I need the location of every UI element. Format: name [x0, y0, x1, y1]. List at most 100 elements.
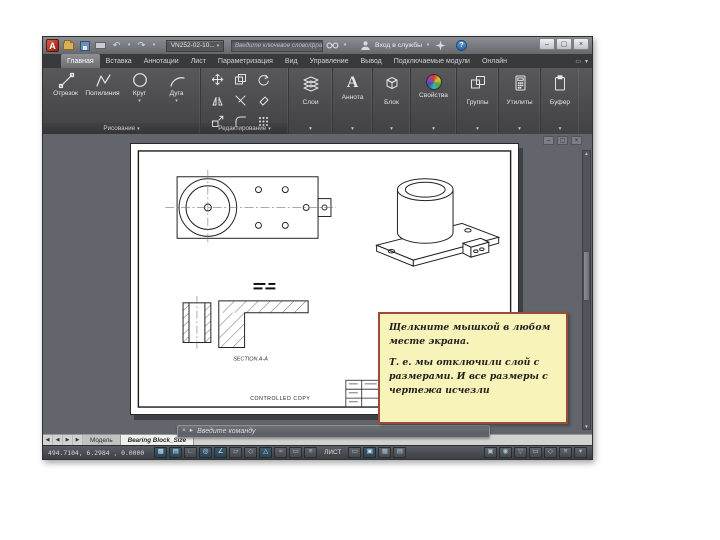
snap-toggle[interactable]: ▦ [154, 447, 168, 458]
arc-flyout-icon[interactable]: ▾ [175, 98, 178, 104]
chevron-down-icon: ▾ [309, 126, 312, 132]
maximize-button[interactable]: ▢ [556, 38, 572, 50]
layout-space-button[interactable]: ▣ [363, 447, 377, 458]
toolbar-lock-button[interactable]: ◇ [544, 447, 557, 458]
circle-tool-button[interactable]: Круг ▾ [122, 71, 157, 117]
doc-minimize-button[interactable]: – [543, 136, 554, 145]
quickview-layouts-button[interactable]: ▦ [378, 447, 392, 458]
doc-restore-button[interactable]: ▢ [557, 136, 568, 145]
search-input[interactable]: Введите ключевое слово/фразу [231, 39, 323, 52]
lineweight-toggle[interactable]: ≈ [274, 447, 288, 458]
model-tab[interactable]: Модель [83, 435, 121, 445]
circle-flyout-icon[interactable]: ▾ [138, 98, 141, 104]
communication-center-icon[interactable] [434, 39, 447, 52]
open-icon[interactable] [62, 39, 75, 52]
rotate-icon[interactable] [257, 73, 272, 91]
tab-layout[interactable]: Лист [185, 54, 212, 68]
note-line-2: Т. е. мы отключили слой с размерами. И в… [389, 356, 548, 396]
polyline-tool-button[interactable]: Полилиния [85, 71, 120, 117]
doc-close-button[interactable]: × [571, 136, 582, 145]
callout-note: Щелкните мышкой в любом месте экрана. Т.… [378, 312, 568, 424]
workspace-button[interactable]: ▭ [529, 447, 542, 458]
panel-properties[interactable]: Свойства ▾ [411, 68, 457, 134]
prev-tab-button[interactable]: ◀ [53, 435, 63, 445]
ribbon-tab-bar: Главная Вставка Аннотации Лист Параметри… [43, 54, 592, 68]
undo-icon[interactable]: ↶ [110, 39, 123, 52]
autoscale-button[interactable]: ▽ [514, 447, 527, 458]
tab-insert[interactable]: Вставка [100, 54, 138, 68]
arc-tool-button[interactable]: Дуга ▾ [159, 71, 194, 117]
otrack-toggle[interactable]: ▱ [229, 447, 243, 458]
tab-home[interactable]: Главная [61, 54, 100, 68]
command-close-icon[interactable]: × [182, 428, 186, 435]
annotation-scale-button[interactable]: ▣ [484, 447, 497, 458]
last-tab-button[interactable]: ▶ [73, 435, 83, 445]
note-line-1: Щелкните мышкой в любом месте экрана. [389, 322, 551, 347]
plot-icon[interactable] [94, 39, 107, 52]
draw-panel-title[interactable]: Рисование ▾ [43, 123, 200, 134]
tab-annotate[interactable]: Аннотации [138, 54, 185, 68]
command-prompt[interactable]: Введите команду [197, 428, 255, 435]
redo-flyout-icon[interactable]: ▾ [151, 39, 157, 52]
ribbon-state-icon[interactable]: ▭ [575, 58, 581, 65]
ribbon-minimize-icon[interactable]: ▾ [585, 58, 588, 65]
grid-toggle[interactable]: ▤ [169, 447, 183, 458]
autocad-logo-icon[interactable]: A [46, 39, 59, 52]
status-menu-button[interactable]: ▾ [574, 447, 587, 458]
tab-plugins[interactable]: Подключаемые модули [388, 54, 476, 68]
panel-layers[interactable]: Слои ▾ [289, 68, 333, 134]
scrollbar-thumb[interactable] [583, 251, 590, 301]
copy-icon[interactable] [234, 73, 249, 91]
move-icon[interactable] [211, 73, 226, 91]
tab-output[interactable]: Вывод [355, 54, 388, 68]
help-button[interactable]: ? [456, 40, 468, 51]
undo-flyout-icon[interactable]: ▾ [126, 39, 132, 52]
save-icon[interactable] [78, 39, 91, 52]
line-tool-button[interactable]: Отрезок [48, 71, 83, 117]
panel-annotation[interactable]: A Аннота ▾ [333, 68, 373, 134]
tab-manage[interactable]: Управление [304, 54, 355, 68]
layers-icon [302, 74, 320, 97]
ducs-toggle[interactable]: ◇ [244, 447, 258, 458]
first-tab-button[interactable]: ◀ [43, 435, 53, 445]
erase-icon[interactable] [257, 94, 272, 112]
arc-tool-label: Дуга [169, 90, 184, 97]
modify-panel-title[interactable]: Редактирование ▾ [201, 123, 288, 134]
trim-icon[interactable] [234, 94, 249, 112]
next-tab-button[interactable]: ▶ [63, 435, 73, 445]
search-icon[interactable] [326, 39, 339, 52]
scroll-down-icon[interactable]: ▼ [583, 424, 590, 429]
quickview-drawings-button[interactable]: ▤ [393, 447, 407, 458]
tab-view[interactable]: Вид [279, 54, 304, 68]
status-right-group: ▣ ◉ ▽ ▭ ◇ ≡ ▾ [484, 447, 587, 458]
command-line[interactable]: × ▸ Введите команду [177, 425, 490, 438]
autocad-window: A ↶ ▾ ↷ ▾ VN252-02-10... ▾ Введите ключе… [42, 36, 593, 460]
tab-parametric[interactable]: Параметризация [212, 54, 279, 68]
polar-toggle[interactable]: ◎ [199, 447, 213, 458]
annotation-visibility-button[interactable]: ◉ [499, 447, 512, 458]
panel-groups[interactable]: Группы ▾ [457, 68, 499, 134]
dyn-toggle[interactable]: △ [259, 447, 273, 458]
ortho-toggle[interactable]: ∟ [184, 447, 198, 458]
command-tools-icon[interactable]: ▸ [190, 428, 193, 435]
signin-button[interactable]: Вход в службы ▾ [359, 39, 431, 52]
scroll-up-icon[interactable]: ▲ [583, 151, 590, 156]
tab-online[interactable]: Онлайн [476, 54, 513, 68]
minimize-button[interactable]: – [539, 38, 555, 50]
panel-utilities[interactable]: Утилиты ▾ [499, 68, 541, 134]
model-space-button[interactable]: ▭ [348, 447, 362, 458]
osnap-toggle[interactable]: ∠ [214, 447, 228, 458]
quick-properties-toggle[interactable]: ≡ [304, 447, 318, 458]
clean-screen-button[interactable]: ≡ [559, 447, 572, 458]
close-button[interactable]: × [573, 38, 589, 50]
search-flyout-icon[interactable]: ▾ [342, 39, 348, 52]
panel-block[interactable]: Блок ▾ [373, 68, 411, 134]
iso-view [375, 178, 501, 267]
vertical-scrollbar[interactable]: ▲ ▼ [582, 150, 591, 430]
drawing-canvas[interactable]: – ▢ × SECTION A-A CONTROLLED COPY Щелкни… [43, 134, 592, 434]
redo-icon[interactable]: ↷ [135, 39, 148, 52]
panel-clipboard[interactable]: Буфер ▾ [541, 68, 579, 134]
mirror-icon[interactable] [211, 94, 226, 112]
document-title-box[interactable]: VN252-02-10... ▾ [166, 39, 224, 52]
transparency-toggle[interactable]: ▭ [289, 447, 303, 458]
